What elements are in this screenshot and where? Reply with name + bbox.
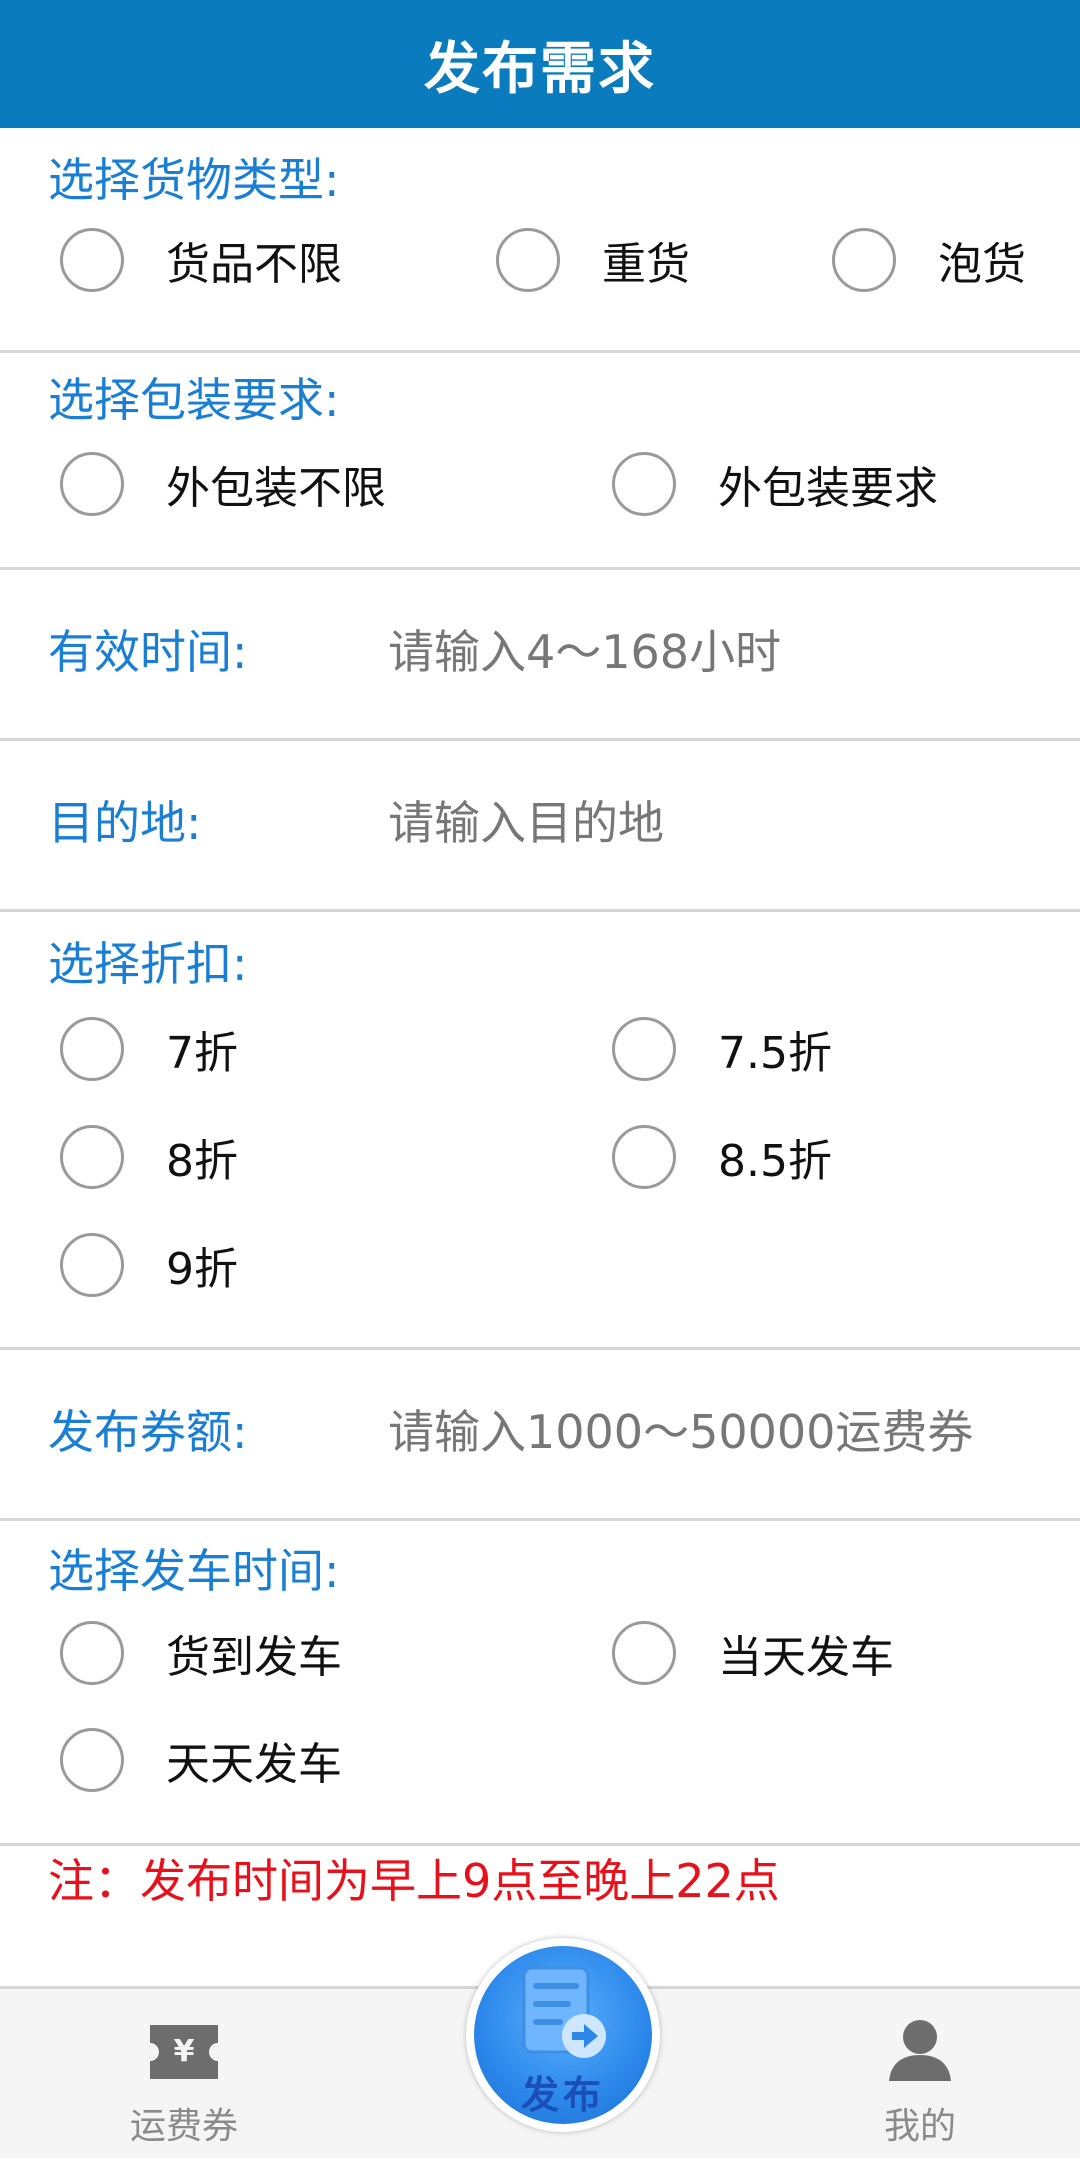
packaging-option-required[interactable]: 外包装要求: [612, 452, 938, 516]
departure-section: 选择发车时间: 货到发车 当天发车 天天发车: [0, 1521, 1080, 1843]
radio-circle[interactable]: [832, 228, 896, 292]
tab-mine[interactable]: 我的: [790, 1989, 1050, 2161]
packaging-label: 选择包装要求:: [48, 373, 340, 427]
radio-circle[interactable]: [612, 1017, 676, 1081]
user-icon: [889, 2020, 951, 2081]
amount-input[interactable]: [388, 1400, 1048, 1464]
discount-option-7[interactable]: 7折: [60, 1017, 238, 1081]
discount-option-8-5[interactable]: 8.5折: [612, 1125, 832, 1189]
page-title: 发布需求: [0, 0, 1080, 128]
radio-circle[interactable]: [60, 1233, 124, 1297]
tab-coupons-label: 运费券: [129, 2106, 238, 2147]
discount-label: 选择折扣:: [48, 937, 248, 991]
discount-option-7-label: 7折: [166, 1028, 238, 1079]
packaging-option-required-label: 外包装要求: [718, 463, 938, 514]
amount-row: 发布券额:: [0, 1350, 1080, 1518]
departure-option-same-day-label: 当天发车: [718, 1632, 894, 1683]
discount-option-7-5-label: 7.5折: [718, 1028, 832, 1079]
departure-option-same-day[interactable]: 当天发车: [612, 1621, 894, 1685]
departure-option-daily[interactable]: 天天发车: [60, 1728, 342, 1792]
packaging-option-any-label: 外包装不限: [166, 463, 386, 514]
radio-circle[interactable]: [612, 452, 676, 516]
departure-option-daily-label: 天天发车: [166, 1739, 342, 1790]
cargo-type-section: 选择货物类型: 货品不限 重货 泡货: [0, 128, 1080, 350]
discount-option-9[interactable]: 9折: [60, 1233, 238, 1297]
destination-row: 目的地:: [0, 741, 1080, 909]
departure-option-on-arrival-label: 货到发车: [166, 1632, 342, 1683]
discount-option-8-5-label: 8.5折: [718, 1136, 832, 1187]
discount-option-8[interactable]: 8折: [60, 1125, 238, 1189]
valid-time-label: 有效时间:: [48, 625, 248, 679]
tab-coupons[interactable]: ¥ 运费券: [54, 1989, 314, 2161]
cargo-option-bulky-label: 泡货: [938, 239, 1026, 290]
departure-option-on-arrival[interactable]: 货到发车: [60, 1621, 342, 1685]
cargo-option-any[interactable]: 货品不限: [60, 228, 342, 292]
cargo-option-bulky[interactable]: 泡货: [832, 228, 1026, 292]
cargo-option-heavy[interactable]: 重货: [496, 228, 690, 292]
radio-circle[interactable]: [496, 228, 560, 292]
discount-option-9-label: 9折: [166, 1244, 238, 1295]
radio-circle[interactable]: [60, 1017, 124, 1081]
departure-label: 选择发车时间:: [48, 1544, 340, 1598]
radio-circle[interactable]: [60, 452, 124, 516]
radio-circle[interactable]: [612, 1125, 676, 1189]
destination-input[interactable]: [388, 791, 1048, 855]
publish-time-note: 注：发布时间为早上9点至晚上22点: [48, 1854, 780, 1908]
radio-circle[interactable]: [612, 1621, 676, 1685]
cargo-type-label: 选择货物类型:: [48, 153, 340, 207]
discount-section: 选择折扣: 7折 7.5折 8折 8.5折 9折: [0, 912, 1080, 1347]
cargo-option-heavy-label: 重货: [602, 239, 690, 290]
publish-button[interactable]: 发布: [474, 1946, 652, 2124]
packaging-option-any[interactable]: 外包装不限: [60, 452, 386, 516]
radio-circle[interactable]: [60, 1125, 124, 1189]
amount-label: 发布券额:: [48, 1405, 248, 1459]
radio-circle[interactable]: [60, 228, 124, 292]
discount-option-8-label: 8折: [166, 1136, 238, 1187]
radio-circle[interactable]: [60, 1621, 124, 1685]
tab-mine-label: 我的: [883, 2106, 956, 2147]
valid-time-row: 有效时间:: [0, 570, 1080, 738]
radio-circle[interactable]: [60, 1728, 124, 1792]
discount-option-7-5[interactable]: 7.5折: [612, 1017, 832, 1081]
valid-time-input[interactable]: [388, 620, 1048, 684]
publish-button-label: 发布: [520, 2073, 605, 2117]
packaging-section: 选择包装要求: 外包装不限 外包装要求: [0, 353, 1080, 567]
cargo-option-any-label: 货品不限: [166, 239, 342, 290]
destination-label: 目的地:: [48, 796, 202, 850]
coupon-icon: ¥: [150, 2025, 218, 2079]
svg-text:¥: ¥: [174, 2034, 195, 2069]
